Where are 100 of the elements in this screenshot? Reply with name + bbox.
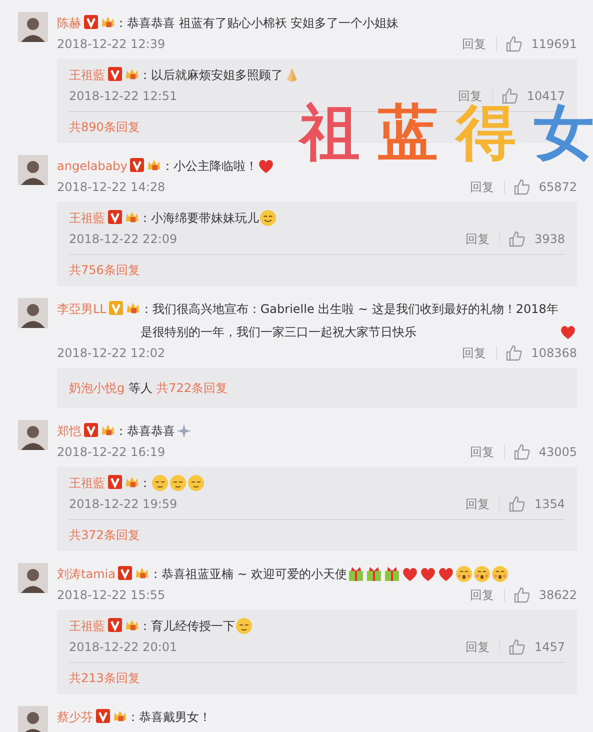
blushing-face-icon <box>473 565 492 583</box>
user-name[interactable]: 奶泡小悦g <box>69 377 125 400</box>
more-replies-link[interactable]: 共722条回复 <box>156 377 228 400</box>
thumbs-up-icon <box>508 230 526 248</box>
reply-link[interactable]: 回复 <box>470 588 505 602</box>
gift-icon <box>365 565 384 583</box>
sleepy-face-icon <box>187 474 205 492</box>
timestamp: 2018-12-22 16:19 <box>57 444 166 461</box>
timestamp: 2018-12-22 12:39 <box>57 36 166 53</box>
comment-text: ：恭喜恭喜 <box>115 423 175 440</box>
like-button[interactable]: 1457 <box>508 638 565 656</box>
user-name[interactable]: 刘涛tamia <box>57 567 116 581</box>
timestamp: 2018-12-22 12:51 <box>69 88 178 105</box>
thumbs-up-icon <box>512 443 531 461</box>
comment-text: ： <box>139 475 151 492</box>
timestamp: 2018-12-22 12:02 <box>57 345 166 362</box>
user-name[interactable]: 陈赫 <box>57 16 81 30</box>
thumbs-up-icon <box>508 495 526 513</box>
heart-icon <box>401 565 420 583</box>
reply-link[interactable]: 回复 <box>462 346 498 360</box>
thumbs-up-icon <box>508 638 526 656</box>
comment-text: ：育儿经传授一下 <box>139 618 235 635</box>
timestamp: 2018-12-22 20:01 <box>69 639 178 656</box>
reply-link[interactable]: 回复 <box>465 497 500 511</box>
thumbs-up-icon <box>505 35 524 53</box>
like-button[interactable]: 65872 <box>512 178 577 196</box>
reply-link[interactable]: 回复 <box>470 180 505 194</box>
like-button[interactable]: 108368 <box>505 344 577 362</box>
comment-text: ：以后就麻烦安姐多照顾了 <box>139 67 283 84</box>
like-count: 10417 <box>526 88 565 104</box>
crown-icon <box>125 210 139 224</box>
user-name[interactable]: 郑恺 <box>57 424 81 438</box>
sleepy-face-icon <box>151 474 169 492</box>
like-count: 119691 <box>531 36 577 53</box>
thumbs-up-icon <box>512 178 531 196</box>
blushing-face-icon <box>455 565 474 583</box>
reply-link[interactable]: 回复 <box>465 640 500 654</box>
heart-icon <box>437 565 456 583</box>
crown-icon <box>125 67 139 81</box>
like-count: 65872 <box>538 179 577 196</box>
like-count: 108368 <box>531 345 577 362</box>
crown-icon <box>113 709 127 723</box>
heart-icon <box>559 323 577 341</box>
more-replies-link[interactable]: 共890条回复 <box>69 120 140 134</box>
more-replies-link[interactable]: 共213条回复 <box>69 671 140 685</box>
thumbs-up-icon <box>500 87 519 105</box>
title-character: 女 <box>534 103 593 163</box>
crown-icon <box>126 301 140 315</box>
gift-icon <box>347 565 366 583</box>
like-button[interactable]: 10417 <box>500 87 565 105</box>
like-button[interactable]: 38622 <box>512 586 577 604</box>
crown-icon <box>125 618 139 632</box>
smiling-face-icon <box>259 209 277 227</box>
thumbs-up-icon <box>512 586 531 604</box>
user-name[interactable]: 王祖藍 <box>69 476 105 490</box>
like-button[interactable]: 119691 <box>505 35 577 53</box>
like-count: 43005 <box>538 444 577 461</box>
crown-icon <box>101 15 115 29</box>
user-name[interactable]: 李亞男LL <box>57 302 106 316</box>
user-name[interactable]: 王祖藍 <box>69 68 105 82</box>
title-character: 得 <box>456 103 516 163</box>
like-count: 38622 <box>538 587 577 604</box>
blushing-face-icon <box>491 565 510 583</box>
crown-icon <box>101 423 115 437</box>
comment-text: ：恭喜戴男女！ <box>127 709 211 726</box>
title-character: 蓝 <box>378 103 438 163</box>
crown-icon <box>147 158 162 172</box>
like-count: 1457 <box>534 639 565 656</box>
comment-text: ：恭喜祖蓝亚楠 ~ 欢迎可爱的小天使 <box>149 566 348 583</box>
user-name[interactable]: angelababy <box>57 159 128 173</box>
like-button[interactable]: 43005 <box>512 443 577 461</box>
sparkle-icon <box>175 422 193 440</box>
timestamp: 2018-12-22 19:59 <box>69 496 178 513</box>
reply-link[interactable]: 回复 <box>465 232 500 246</box>
more-replies-link[interactable]: 共372条回复 <box>69 528 140 542</box>
sleepy-face-icon <box>169 474 187 492</box>
timestamp: 2018-12-22 14:28 <box>57 179 166 196</box>
heart-icon <box>419 565 438 583</box>
reply-link[interactable]: 回复 <box>458 89 493 103</box>
timestamp: 2018-12-22 22:09 <box>69 231 178 248</box>
sleepy-face-icon <box>235 617 253 635</box>
crown-icon <box>135 566 150 580</box>
comment-text: ：我们很高兴地宣布：Gabrielle 出生啦 ~ 这是我们收到最好的礼物！2018年是很特别的一年，我们一家三口一起祝大家节日快乐 <box>140 301 559 341</box>
crown-icon <box>125 475 139 489</box>
timestamp: 2018-12-22 15:55 <box>57 587 166 604</box>
reply-link[interactable]: 回复 <box>462 37 498 51</box>
user-name[interactable]: 王祖藍 <box>69 619 105 633</box>
comment-text: ：小海绵要带妹妹玩儿 <box>139 210 259 227</box>
user-name[interactable]: 蔡少芬 <box>57 710 93 724</box>
more-replies-link[interactable]: 共756条回复 <box>69 263 140 277</box>
title-character: 祖 <box>300 103 360 163</box>
like-count: 3938 <box>534 231 565 248</box>
like-button[interactable]: 1354 <box>508 495 565 513</box>
like-button[interactable]: 3938 <box>508 230 565 248</box>
user-name[interactable]: 王祖藍 <box>69 211 105 225</box>
thumbs-up-icon <box>505 344 524 362</box>
gift-icon <box>383 565 402 583</box>
reply-link[interactable]: 回复 <box>470 445 505 459</box>
comment-text: ：恭喜恭喜 祖蓝有了贴心小棉袄 安姐多了一个小姐妹 <box>115 15 399 32</box>
like-count: 1354 <box>534 496 565 513</box>
